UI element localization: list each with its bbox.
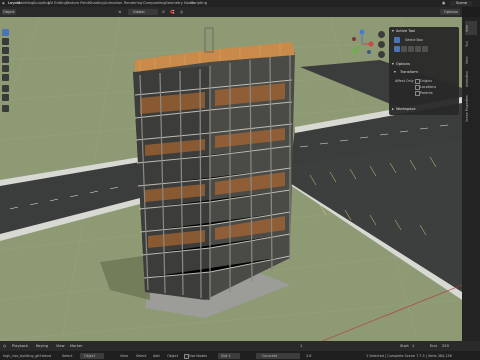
x-axis-icon [368, 41, 374, 47]
scale-tool-icon[interactable] [2, 65, 9, 72]
select-mode-subtract-icon[interactable] [408, 46, 414, 52]
transform-tool-icon[interactable] [2, 74, 9, 81]
slot-label: Slot 1 [221, 353, 231, 358]
start-label: Start [400, 344, 409, 348]
select-box-label: Select Box [405, 38, 423, 42]
select-mode-extend-icon[interactable] [401, 46, 407, 52]
select-tool-icon[interactable] [2, 29, 9, 36]
end-label: End [430, 344, 437, 348]
current-frame-value[interactable]: 1 [300, 343, 302, 349]
sidebar-n-panel: ▾ Active Tool Select Box ▾ Options ▾ Tra… [389, 27, 459, 115]
timeline-bar: ◷ Playback Keying View Marker 1 Start 1 … [0, 341, 480, 351]
sidebar-tabs: Item Tool View Animation Scene Propertie… [462, 17, 480, 350]
pan-hand-icon[interactable] [378, 41, 385, 48]
y-axis-icon [352, 48, 358, 54]
blender-logo-icon[interactable]: ◈ [2, 1, 5, 6]
options-label: Options [444, 10, 458, 14]
options-chevron-icon[interactable]: ▾ [392, 62, 394, 66]
tab-animation-side[interactable]: Animation [465, 69, 477, 89]
options-title[interactable]: Options [396, 62, 410, 66]
tab-scripting[interactable]: Scripting [191, 1, 207, 6]
tab-view[interactable]: View [465, 53, 477, 67]
navigation-gizmo[interactable] [349, 28, 375, 58]
measure-tool-icon[interactable] [2, 94, 9, 101]
tab-tool[interactable]: Tool [465, 37, 477, 51]
scene-stats: 1 Selected | Complete Scene 7.7.5 | Vert… [366, 353, 452, 358]
cursor-tool-icon[interactable] [2, 38, 9, 45]
viewport-header: Object Global ⇲ ⊙ 🧲 ◎ Options [0, 7, 462, 17]
tab-texture-paint[interactable]: Texture Paint [66, 1, 89, 6]
object-menu-bottom[interactable]: Object [167, 353, 178, 359]
affect-only-label: Affect Only [395, 79, 414, 83]
tab-scene-properties[interactable]: Scene Properties [465, 91, 477, 127]
select-menu-bottom[interactable]: Select [136, 353, 146, 359]
zoom-icon[interactable] [378, 31, 385, 38]
tab-rendering[interactable]: Rendering [124, 1, 142, 6]
select-box-icon[interactable] [394, 37, 400, 43]
origins-label: Origins [420, 79, 433, 83]
tab-animation[interactable]: Animation [104, 1, 122, 6]
locations-label: Locations [420, 85, 437, 89]
rotate-tool-icon[interactable] [2, 56, 9, 63]
transform-chevron-icon[interactable]: ▾ [394, 70, 396, 74]
add-cube-tool-icon[interactable] [2, 105, 9, 112]
pivot-icon[interactable]: ⊙ [162, 9, 165, 15]
transform-title[interactable]: Transform [400, 70, 418, 74]
select-mode-invert-icon[interactable] [415, 46, 421, 52]
marker-menu[interactable]: Marker [70, 343, 82, 349]
scene-selector[interactable]: Scene [450, 1, 472, 6]
move-tool-icon[interactable] [2, 47, 9, 54]
orientation-label: Global [133, 10, 145, 14]
snap-icon[interactable]: 🧲 [170, 9, 174, 15]
workspace-title[interactable]: Workspace [396, 107, 416, 111]
annotate-tool-icon[interactable] [2, 85, 9, 92]
status-bar: high_rise_building_gltf.blend Select Obj… [0, 351, 480, 360]
select-hint: Select [62, 353, 73, 358]
view-menu-bottom[interactable]: View [120, 353, 128, 359]
parents-label: Parents [420, 91, 433, 95]
add-menu-bottom[interactable]: Add [153, 353, 160, 359]
active-tool-chevron-icon[interactable]: ▾ [392, 29, 394, 33]
start-value[interactable]: 1 [412, 343, 414, 349]
select-mode-intersect-icon[interactable] [422, 46, 428, 52]
select-mode-new-icon[interactable] [394, 46, 400, 52]
view-menu[interactable]: View [56, 343, 65, 349]
active-tool-title[interactable]: Active Tool [396, 29, 415, 33]
keying-menu[interactable]: Keying [36, 343, 48, 349]
file-name: high_rise_building_gltf.blend [3, 353, 52, 358]
perspective-toggle-icon[interactable] [378, 61, 385, 68]
orientation-icon: ⇲ [118, 10, 122, 14]
workspace-chevron-icon[interactable]: ▸ [392, 107, 394, 111]
material-label: Concrete [262, 353, 278, 358]
version-label: 3.6 [306, 353, 312, 358]
3d-viewport[interactable]: ▾ Active Tool Select Box ▾ Options ▾ Tra… [0, 17, 462, 350]
scene-icon: ▣ [442, 1, 446, 5]
use-nodes-label: Use Nodes [189, 353, 208, 358]
tab-shading[interactable]: Shading [89, 1, 104, 6]
tab-compositing[interactable]: Compositing [143, 1, 166, 6]
z-axis-icon [359, 29, 365, 35]
workspace-tabs-bar: ◈ Layout Modeling Sculpting UV Editing T… [0, 0, 480, 7]
tab-uv-editing[interactable]: UV Editing [48, 1, 67, 6]
end-value[interactable]: 250 [442, 343, 449, 349]
editor-type-label: Object [3, 10, 15, 14]
timeline-editor-icon[interactable]: ◷ [3, 343, 6, 349]
playback-menu[interactable]: Playback [12, 343, 28, 349]
proportional-edit-icon[interactable]: ◎ [180, 9, 183, 15]
camera-view-icon[interactable] [378, 51, 385, 58]
tab-modeling[interactable]: Modeling [17, 1, 33, 6]
mode-label: Object [84, 353, 96, 358]
tab-item[interactable]: Item [465, 21, 477, 35]
